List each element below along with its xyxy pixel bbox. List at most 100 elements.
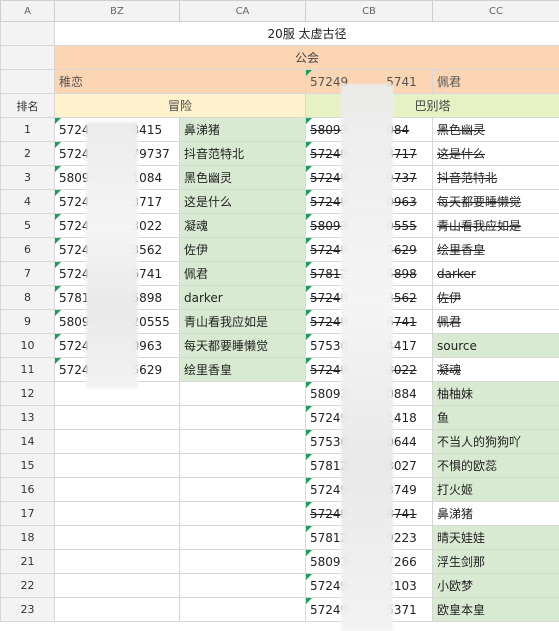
tower-name-cell[interactable]: 欧皇本皇 <box>432 597 559 622</box>
title-cell[interactable]: 20服 太虚古径 <box>54 21 559 46</box>
rank-cell[interactable]: 7 <box>0 261 55 286</box>
sheet-row: 14 57530 0644 不当人的狗狗吖 <box>0 429 559 454</box>
rank-cell[interactable]: 8 <box>0 285 55 310</box>
sheet-row-names: 稚恋 57249 5741 佩君 <box>0 69 559 94</box>
sheet-row: 16 57249 3749 打火姬 <box>0 477 559 502</box>
column-header-a[interactable]: A <box>0 0 55 22</box>
tower-name-cell[interactable]: 青山看我应如是 <box>432 213 559 238</box>
player-id-cell[interactable] <box>54 525 180 550</box>
player-name-cell[interactable]: 抖音范特北 <box>179 141 306 166</box>
player-id-cell[interactable] <box>54 477 180 502</box>
rank-cell[interactable]: 21 <box>0 549 55 574</box>
tower-name-cell[interactable]: 凝魂 <box>432 357 559 382</box>
tower-name-cell[interactable]: 柚柚妹 <box>432 381 559 406</box>
tower-name-cell[interactable]: 浮生剑那 <box>432 549 559 574</box>
sheet-row-subheader: 排名 冒险 巴别塔 <box>0 93 559 118</box>
player-name-cell[interactable]: 佩君 <box>179 261 306 286</box>
rank-cell[interactable]: 1 <box>0 117 55 142</box>
tower-name-cell[interactable]: darker <box>432 261 559 286</box>
player-name-cell[interactable] <box>179 429 306 454</box>
tower-name-cell[interactable]: 不惧的欧蕊 <box>432 453 559 478</box>
rank-cell[interactable]: 9 <box>0 309 55 334</box>
column-header-cb[interactable]: CB <box>305 0 433 22</box>
rank-cell[interactable]: 16 <box>0 477 55 502</box>
player-id-cell[interactable] <box>54 405 180 430</box>
sheet-row: 4 5724 3717 这是什么 57249 0963 每天都要睡懒觉 <box>0 189 559 214</box>
tower-name-cell[interactable]: 绘里香皇 <box>432 237 559 262</box>
player-name-cell[interactable] <box>179 501 306 526</box>
rank-cell[interactable]: 23 <box>0 597 55 622</box>
player-name-cell[interactable] <box>179 381 306 406</box>
player-name-cell[interactable]: 绘里香皇 <box>179 357 306 382</box>
player-id-cell[interactable] <box>54 501 180 526</box>
tower-name-cell[interactable]: 抖音范特北 <box>432 165 559 190</box>
player-name-cell[interactable] <box>179 549 306 574</box>
tower-name-cell[interactable]: 不当人的狗狗吖 <box>432 429 559 454</box>
sheet-row: 17 57249 8741 鼻涕猪 <box>0 501 559 526</box>
tower-name-cell[interactable]: 黑色幽灵 <box>432 117 559 142</box>
player-id-cell[interactable] <box>54 549 180 574</box>
player-id-cell[interactable] <box>54 453 180 478</box>
tower-name-cell[interactable]: 这是什么 <box>432 141 559 166</box>
rank-cell[interactable]: 4 <box>0 189 55 214</box>
player-name-cell[interactable] <box>179 477 306 502</box>
id-prefix: 5809 <box>59 170 90 185</box>
player-name-cell[interactable] <box>179 597 306 622</box>
sheet-row: 9 5809 20555 青山看我应如是 57249 6741 佩君 <box>0 309 559 334</box>
rank-cell[interactable]: 15 <box>0 453 55 478</box>
player-id-cell[interactable] <box>54 429 180 454</box>
player-name-cell[interactable]: 佐伊 <box>179 237 306 262</box>
rank-cell[interactable]: 18 <box>0 525 55 550</box>
tower-name-cell[interactable]: 鼻涕猪 <box>432 501 559 526</box>
row-number-blank[interactable] <box>0 69 55 94</box>
player-name-cell[interactable]: darker <box>179 285 306 310</box>
player-name-cell[interactable] <box>179 525 306 550</box>
guild-name-right[interactable]: 佩君 <box>432 69 559 94</box>
column-header-bz[interactable]: BZ <box>54 0 180 22</box>
player-name-cell[interactable]: 每天都要睡懒觉 <box>179 333 306 358</box>
player-name-cell[interactable]: 这是什么 <box>179 189 306 214</box>
tower-name-cell[interactable]: 鱼 <box>432 405 559 430</box>
rank-cell[interactable]: 17 <box>0 501 55 526</box>
player-id-cell[interactable] <box>54 573 180 598</box>
rank-header[interactable]: 排名 <box>0 93 55 118</box>
tower-name-cell[interactable]: source <box>432 333 559 358</box>
tower-name-cell[interactable]: 佐伊 <box>432 285 559 310</box>
rank-cell[interactable]: 11 <box>0 357 55 382</box>
sheet-row: 7 5724 6741 佩君 57812 5898 darker <box>0 261 559 286</box>
player-name-cell[interactable] <box>179 453 306 478</box>
row-number-blank[interactable] <box>0 21 55 46</box>
rank-cell[interactable]: 13 <box>0 405 55 430</box>
tower-name-cell[interactable]: 晴天娃娃 <box>432 525 559 550</box>
rank-cell[interactable]: 14 <box>0 429 55 454</box>
guild-cell[interactable]: 公会 <box>54 45 559 70</box>
sheet-grid: A BZ CA CB CC 20服 太虚古径 公会 稚恋 57249 5741 佩… <box>0 0 559 622</box>
sheet-row: 15 57812 3027 不惧的欧蕊 <box>0 453 559 478</box>
tower-name-cell[interactable]: 每天都要睡懒觉 <box>432 189 559 214</box>
id-prefix: 5781 <box>59 290 90 305</box>
sheet-row: 8 5781 5898 darker 57249 3562 佐伊 <box>0 285 559 310</box>
rank-cell[interactable]: 10 <box>0 333 55 358</box>
player-name-cell[interactable] <box>179 405 306 430</box>
tower-name-cell[interactable]: 佩君 <box>432 309 559 334</box>
player-id-cell[interactable] <box>54 597 180 622</box>
rank-cell[interactable]: 3 <box>0 165 55 190</box>
player-name-cell[interactable]: 黑色幽灵 <box>179 165 306 190</box>
rank-cell[interactable]: 2 <box>0 141 55 166</box>
adventure-header[interactable]: 冒险 <box>54 93 306 118</box>
rank-cell[interactable]: 6 <box>0 237 55 262</box>
player-name-cell[interactable]: 青山看我应如是 <box>179 309 306 334</box>
tower-name-cell[interactable]: 打火姬 <box>432 477 559 502</box>
player-name-cell[interactable]: 凝魂 <box>179 213 306 238</box>
rank-cell[interactable]: 5 <box>0 213 55 238</box>
player-name-cell[interactable] <box>179 573 306 598</box>
column-header-ca[interactable]: CA <box>179 0 306 22</box>
column-header-cc[interactable]: CC <box>432 0 559 22</box>
player-name-cell[interactable]: 鼻涕猪 <box>179 117 306 142</box>
rank-cell[interactable]: 12 <box>0 381 55 406</box>
row-number-blank[interactable] <box>0 45 55 70</box>
rank-cell[interactable]: 22 <box>0 573 55 598</box>
sheet-row: 10 5724 0963 每天都要睡懒觉 57530 4417 source <box>0 333 559 358</box>
tower-name-cell[interactable]: 小欧梦 <box>432 573 559 598</box>
guild-name-left[interactable]: 稚恋 <box>54 69 306 94</box>
